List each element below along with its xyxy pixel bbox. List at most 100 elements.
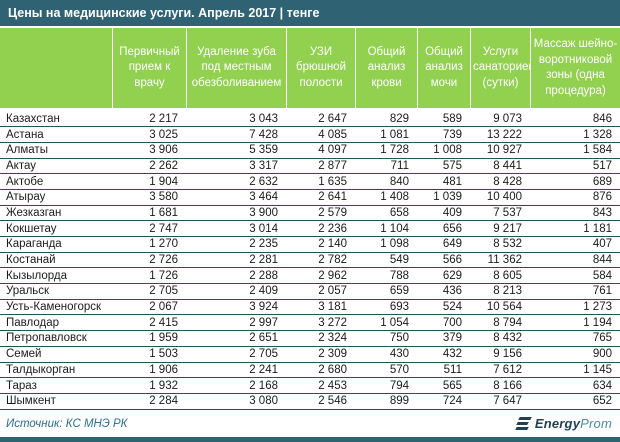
city-cell: Кокшетау — [0, 221, 112, 237]
value-cell: 432 — [417, 346, 470, 362]
value-cell: 9 217 — [470, 221, 530, 237]
value-cell: 7 647 — [470, 393, 530, 409]
value-cell: 584 — [530, 268, 620, 284]
value-cell: 2 453 — [286, 378, 355, 394]
value-cell: 549 — [355, 252, 417, 268]
value-cell: 1 503 — [112, 346, 186, 362]
column-header — [0, 28, 112, 108]
logo-text-bold: Energy — [535, 416, 580, 431]
value-cell: 711 — [355, 158, 417, 174]
value-cell: 739 — [417, 127, 470, 143]
city-cell: Петропавловск — [0, 331, 112, 347]
value-cell: 511 — [417, 362, 470, 378]
city-cell: Атырау — [0, 189, 112, 205]
city-cell: Караганда — [0, 237, 112, 253]
city-cell: Тараз — [0, 378, 112, 394]
value-cell: 649 — [417, 237, 470, 253]
value-cell: 3 580 — [112, 189, 186, 205]
value-cell: 2 217 — [112, 111, 186, 127]
table-row: Кызылорда1 7262 2882 9627886298 605584 — [0, 268, 620, 284]
city-cell: Талдыкорган — [0, 362, 112, 378]
value-cell: 1 098 — [355, 237, 417, 253]
value-cell: 3 900 — [186, 205, 286, 221]
value-cell: 8 213 — [470, 284, 530, 300]
city-cell: Алматы — [0, 142, 112, 158]
value-cell: 566 — [417, 252, 470, 268]
footer: Источник: КС МНЭ РК EnergyProm — [0, 410, 620, 438]
table-row: Петропавловск1 9592 6512 3247503798 4327… — [0, 331, 620, 347]
value-cell: 407 — [530, 237, 620, 253]
table-row: Жезказган1 6813 9002 5796584097 537843 — [0, 205, 620, 221]
energyprom-stripes-icon — [516, 417, 531, 430]
value-cell: 3 080 — [186, 393, 286, 409]
city-cell: Усть-Каменогорск — [0, 299, 112, 315]
value-cell: 1 932 — [112, 378, 186, 394]
city-cell: Актобе — [0, 174, 112, 190]
page-title: Цены на медицинские услуги. Апрель 2017 … — [0, 0, 620, 26]
value-cell: 2 241 — [186, 362, 286, 378]
column-header: Услуги санаториев (сутки) — [470, 28, 530, 108]
value-cell: 2 168 — [186, 378, 286, 394]
source-label: Источник: КС МНЭ РК — [6, 418, 127, 430]
value-cell: 3 014 — [186, 221, 286, 237]
city-cell: Жезказган — [0, 205, 112, 221]
table-row: Костанай2 7262 2812 78254956611 362844 — [0, 252, 620, 268]
value-cell: 900 — [530, 346, 620, 362]
city-cell: Кызылорда — [0, 268, 112, 284]
table-row: Семей1 5032 7052 3094304329 156900 — [0, 346, 620, 362]
value-cell: 1 054 — [355, 315, 417, 331]
value-cell: 652 — [530, 393, 620, 409]
value-cell: 3 043 — [186, 111, 286, 127]
value-cell: 7 428 — [186, 127, 286, 143]
city-cell: Актау — [0, 158, 112, 174]
value-cell: 844 — [530, 252, 620, 268]
value-cell: 565 — [417, 378, 470, 394]
value-cell: 8 605 — [470, 268, 530, 284]
value-cell: 7 612 — [470, 362, 530, 378]
table-row: Караганда1 2702 2352 1401 0986498 532407 — [0, 237, 620, 253]
value-cell: 7 537 — [470, 205, 530, 221]
value-cell: 11 362 — [470, 252, 530, 268]
value-cell: 10 927 — [470, 142, 530, 158]
value-cell: 876 — [530, 189, 620, 205]
value-cell: 1 181 — [530, 221, 620, 237]
value-cell: 2 705 — [112, 284, 186, 300]
value-cell: 843 — [530, 205, 620, 221]
value-cell: 430 — [355, 346, 417, 362]
value-cell: 575 — [417, 158, 470, 174]
value-cell: 2 997 — [186, 315, 286, 331]
value-cell: 517 — [530, 158, 620, 174]
city-cell: Казахстан — [0, 111, 112, 127]
value-cell: 2 288 — [186, 268, 286, 284]
value-cell: 2 680 — [286, 362, 355, 378]
value-cell: 2 235 — [186, 237, 286, 253]
value-cell: 840 — [355, 174, 417, 190]
column-header: Первичный прием к врачу — [112, 28, 186, 108]
column-header: Удаление зуба под местным обезболиванием — [186, 28, 286, 108]
value-cell: 3 317 — [186, 158, 286, 174]
value-cell: 10 400 — [470, 189, 530, 205]
value-cell: 9 073 — [470, 111, 530, 127]
value-cell: 8 532 — [470, 237, 530, 253]
value-cell: 794 — [355, 378, 417, 394]
value-cell: 1 270 — [112, 237, 186, 253]
value-cell: 2 579 — [286, 205, 355, 221]
value-cell: 1 906 — [112, 362, 186, 378]
value-cell: 899 — [355, 393, 417, 409]
value-cell: 1 635 — [286, 174, 355, 190]
value-cell: 2 262 — [112, 158, 186, 174]
value-cell: 2 067 — [112, 299, 186, 315]
value-cell: 13 222 — [470, 127, 530, 143]
value-cell: 2 647 — [286, 111, 355, 127]
value-cell: 1 039 — [417, 189, 470, 205]
value-cell: 659 — [355, 284, 417, 300]
table-row: Казахстан2 2173 0432 6478295899 073846 — [0, 111, 620, 127]
value-cell: 1 728 — [355, 142, 417, 158]
value-cell: 481 — [417, 174, 470, 190]
value-cell: 2 236 — [286, 221, 355, 237]
value-cell: 1 273 — [530, 299, 620, 315]
value-cell: 2 632 — [186, 174, 286, 190]
value-cell: 1 081 — [355, 127, 417, 143]
value-cell: 1 959 — [112, 331, 186, 347]
energyprom-logo: EnergyProm — [516, 416, 612, 431]
